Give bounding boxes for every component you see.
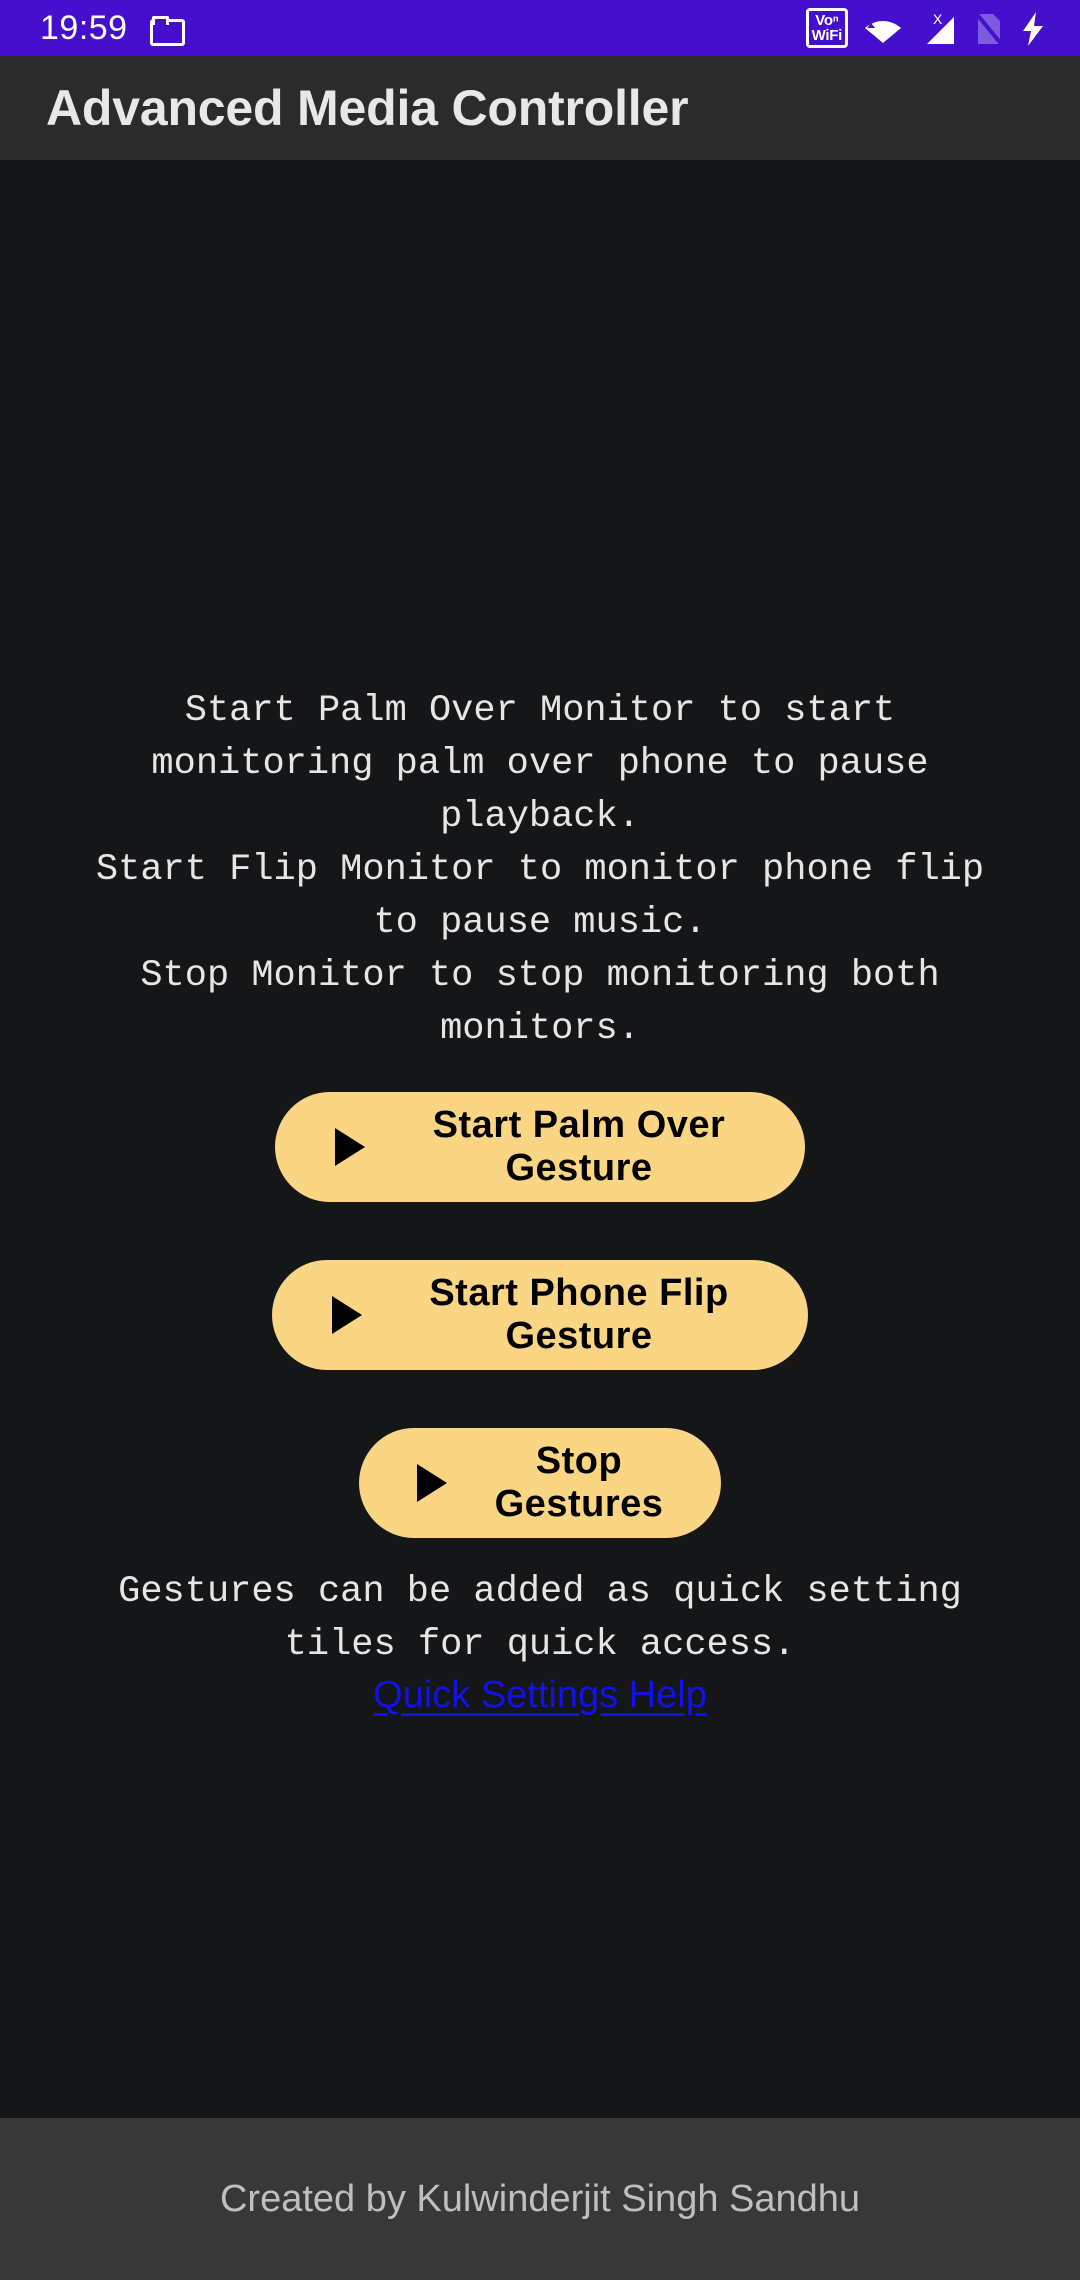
footer-bar: Created by Kulwinderjit Singh Sandhu <box>0 2118 1080 2280</box>
status-bar: 19:59 Voⁿ WiFi X <box>0 0 1080 56</box>
signal-no-service-icon: X <box>918 11 958 45</box>
folder-icon <box>149 16 185 46</box>
instructions-text: Start Palm Over Monitor to start monitor… <box>95 690 985 1050</box>
main-content: Start Palm Over Monitor to start monitor… <box>0 160 1080 2118</box>
start-palm-over-gesture-label: Start Palm Over Gesture <box>432 1104 726 1189</box>
wifi-icon <box>864 12 902 44</box>
start-phone-flip-gesture-button[interactable]: Start Phone Flip Gesture <box>272 1260 808 1370</box>
page-title: Advanced Media Controller <box>46 80 689 136</box>
app-bar: Advanced Media Controller <box>0 56 1080 160</box>
start-palm-over-gesture-button[interactable]: Start Palm Over Gesture <box>275 1092 805 1202</box>
status-bar-clock: 19:59 <box>40 9 128 47</box>
quick-settings-help-link[interactable]: Quick Settings Help <box>373 1674 707 1717</box>
status-bar-right: Voⁿ WiFi X <box>805 8 1056 48</box>
quick-settings-note: Gestures can be added as quick setting t… <box>118 1571 962 1666</box>
play-icon <box>332 1296 362 1334</box>
start-phone-flip-gesture-label: Start Phone Flip Gesture <box>429 1272 729 1357</box>
stop-gestures-button[interactable]: Stop Gestures <box>359 1428 721 1538</box>
play-icon <box>335 1128 365 1166</box>
play-icon <box>416 1464 447 1502</box>
volte-wifi-icon: Voⁿ WiFi <box>805 8 848 48</box>
svg-text:X: X <box>933 11 943 27</box>
status-bar-left: 19:59 <box>40 9 185 47</box>
sim-card-off-icon <box>974 11 1004 47</box>
battery-charging-icon <box>1020 10 1046 46</box>
volte-wifi-icon-bottom: WiFi <box>811 27 843 44</box>
footer-credit-text: Created by Kulwinderjit Singh Sandhu <box>219 2177 861 2220</box>
stop-gestures-label: Stop Gestures <box>494 1440 664 1525</box>
